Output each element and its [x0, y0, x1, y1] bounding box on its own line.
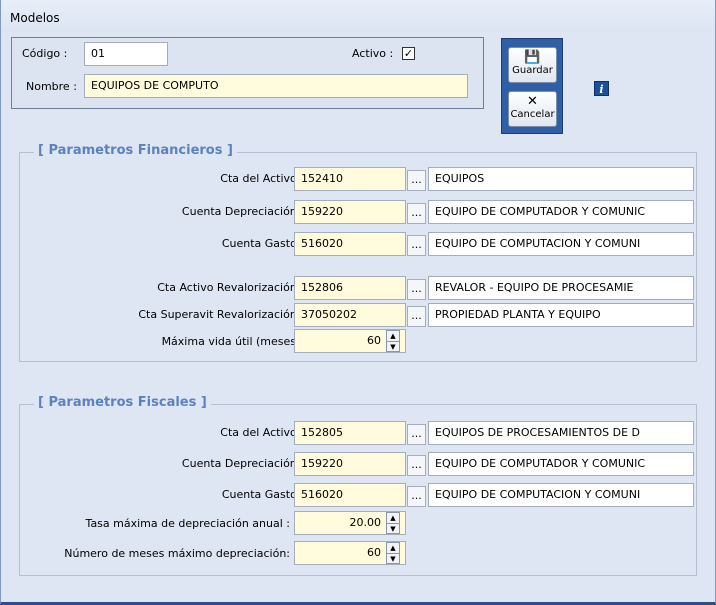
spin-up-icon[interactable]: ▲: [387, 331, 399, 341]
spin-up-icon[interactable]: ▲: [387, 543, 399, 553]
fis-cuenta-depreciacion-input[interactable]: 159220: [294, 452, 406, 476]
fin-cta-activo-input[interactable]: 152410: [294, 167, 406, 191]
fin-cuenta-gasto-desc: EQUIPO DE COMPUTACION Y COMUNI: [428, 232, 694, 256]
fin-row-label: Cuenta Gasto :: [221, 237, 304, 250]
fin-cuenta-depreciacion-lookup-button[interactable]: ...: [407, 203, 426, 224]
meses-depreciacion-spinner[interactable]: ▲ ▼: [386, 542, 400, 564]
fin-cuenta-depreciacion-desc: EQUIPO DE COMPUTADOR Y COMUNIC: [428, 200, 694, 224]
spin-down-icon[interactable]: ▼: [387, 341, 399, 351]
fin-row-label: Cta Superavit Revalorización :: [138, 308, 304, 321]
fis-row-label: Cuenta Gasto :: [221, 488, 304, 501]
fin-cta-superavit-revalorizacion-lookup-button[interactable]: ...: [407, 306, 426, 327]
fin-cuenta-gasto-input[interactable]: 516020: [294, 232, 406, 256]
vida-util-spinner[interactable]: ▲ ▼: [386, 330, 400, 352]
financieros-title: [ Parametros Financieros ]: [34, 143, 237, 158]
info-icon[interactable]: i: [594, 81, 609, 96]
fin-row-label: Cta del Activo :: [220, 172, 304, 185]
fiscales-title: [ Parametros Fiscales ]: [34, 395, 211, 410]
tasa-depreciacion-label: Tasa máxima de depreciación anual :: [85, 517, 290, 530]
fin-cta-activo-revalorizacion-lookup-button[interactable]: ...: [407, 279, 426, 300]
header-panel: Código : 01 Activo : ✓ Nombre : EQUIPOS …: [11, 37, 484, 109]
spin-down-icon[interactable]: ▼: [387, 553, 399, 563]
fin-row-label: Cuenta Depreciación :: [181, 205, 304, 218]
nombre-input[interactable]: EQUIPOS DE COMPUTO: [84, 74, 468, 98]
fis-cuenta-gasto-desc: EQUIPO DE COMPUTACION Y COMUNI: [428, 483, 694, 507]
fin-cta-activo-lookup-button[interactable]: ...: [407, 170, 426, 191]
fin-cta-activo-revalorizacion-input[interactable]: 152806: [294, 276, 406, 300]
fin-cuenta-gasto-lookup-button[interactable]: ...: [407, 235, 426, 256]
activo-label: Activo :: [352, 47, 394, 60]
fin-cta-activo-revalorizacion-desc: REVALOR - EQUIPO DE PROCESAMIE: [428, 276, 694, 300]
fin-cta-superavit-revalorizacion-desc: PROPIEDAD PLANTA Y EQUIPO: [428, 303, 694, 327]
fis-row-label: Cuenta Depreciación :: [181, 457, 304, 470]
spin-up-icon[interactable]: ▲: [387, 513, 399, 523]
codigo-input[interactable]: 01: [84, 42, 168, 66]
fiscales-group: [ Parametros Fiscales ] Cta del Activo :…: [19, 395, 697, 576]
fis-cuenta-depreciacion-desc: EQUIPO DE COMPUTADOR Y COMUNIC: [428, 452, 694, 476]
modelos-window: Modelos Código : 01 Activo : ✓ Nombre : …: [0, 0, 716, 605]
save-icon: 💾: [524, 50, 541, 65]
fin-cta-activo-desc: EQUIPOS: [428, 167, 694, 191]
fin-row-label: Cta Activo Revalorización :: [157, 281, 304, 294]
cancel-button-label: Cancelar: [510, 109, 555, 120]
title-bar: Modelos: [1, 0, 715, 32]
vida-util-label: Máxima vida útil (meses):: [161, 335, 304, 348]
save-button[interactable]: 💾 Guardar: [508, 47, 557, 83]
cancel-button[interactable]: ✕ Cancelar: [508, 91, 557, 127]
financieros-group: [ Parametros Financieros ] Cta del Activ…: [19, 143, 697, 362]
fin-cta-superavit-revalorizacion-input[interactable]: 37050202: [294, 303, 406, 327]
window-title: Modelos: [10, 11, 60, 25]
codigo-label: Código :: [22, 47, 68, 60]
check-icon: ✓: [403, 47, 414, 60]
meses-depreciacion-label: Número de meses máximo depreciación:: [64, 547, 290, 560]
save-button-label: Guardar: [512, 65, 553, 76]
fis-cuenta-gasto-input[interactable]: 516020: [294, 483, 406, 507]
tasa-depreciacion-spinner[interactable]: ▲ ▼: [386, 512, 400, 534]
activo-checkbox[interactable]: ✓: [402, 47, 415, 60]
fin-cuenta-depreciacion-input[interactable]: 159220: [294, 200, 406, 224]
fis-cta-activo-input[interactable]: 152805: [294, 421, 406, 445]
fis-cuenta-gasto-lookup-button[interactable]: ...: [407, 486, 426, 507]
fis-cta-activo-lookup-button[interactable]: ...: [407, 424, 426, 445]
action-panel: 💾 Guardar ✕ Cancelar: [501, 38, 563, 134]
cancel-icon: ✕: [527, 94, 538, 109]
fis-row-label: Cta del Activo :: [220, 426, 304, 439]
spin-down-icon[interactable]: ▼: [387, 523, 399, 533]
nombre-label: Nombre :: [26, 80, 77, 93]
fis-cuenta-depreciacion-lookup-button[interactable]: ...: [407, 455, 426, 476]
fis-cta-activo-desc: EQUIPOS DE PROCESAMIENTOS DE D: [428, 421, 694, 445]
